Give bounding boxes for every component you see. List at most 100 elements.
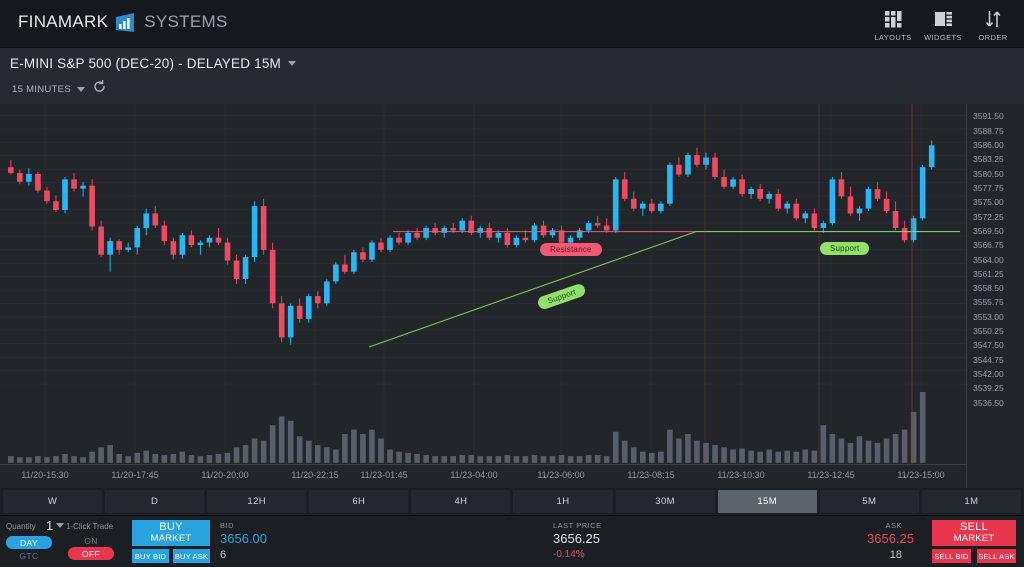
symbol-selector[interactable]: E-MINI S&P 500 (DEC-20) - DELAYED 15M <box>10 56 296 71</box>
bid-size: 6 <box>220 549 227 561</box>
timeframe-button-12h[interactable]: 12H <box>207 490 307 513</box>
y-axis-tick: 3572.25 <box>973 211 1004 222</box>
timeframe-button-1h[interactable]: 1H <box>513 490 613 513</box>
chart-header: E-MINI S&P 500 (DEC-20) - DELAYED 15M 15… <box>0 48 1024 124</box>
trading-app: FINAMARK SYSTEMS LAYOUTS WIDGETS ORDER E… <box>0 0 1024 567</box>
symbol-label: E-MINI S&P 500 (DEC-20) - DELAYED 15M <box>10 56 281 71</box>
x-axis-tick: 11/20-20:00 <box>201 470 249 480</box>
x-axis-tick: 11/23-04:00 <box>450 470 498 480</box>
y-axis-tick: 3569.50 <box>973 225 1004 236</box>
chevron-down-icon <box>287 61 296 66</box>
duration-toggle[interactable]: DAY GTC <box>6 536 52 562</box>
order-label: ORDER <box>978 33 1008 42</box>
candlestick-chart <box>0 104 966 464</box>
x-axis-tick: 11/23-10:30 <box>717 470 765 480</box>
y-axis-tick: 3542.00 <box>973 369 1004 380</box>
interval-selector[interactable]: 15 MINUTES <box>12 84 85 95</box>
y-axis-tick: 3550.25 <box>973 326 1004 337</box>
chart-x-axis: 11/20-15:30 11/20-17:45 11/20-20:00 11/20-2… <box>0 464 966 488</box>
last-price-label: LAST PRICE <box>553 521 602 530</box>
chevron-down-icon <box>56 523 65 528</box>
y-axis-tick: 3561.25 <box>973 268 1004 279</box>
support-line-annotation[interactable]: Support <box>820 242 870 255</box>
layouts-button[interactable]: LAYOUTS <box>870 4 916 42</box>
buy-ask-button[interactable]: BUY ASK <box>173 549 210 563</box>
last-price-change: -0.14% <box>553 549 585 560</box>
sell-market-button[interactable]: SELL MARKET <box>932 520 1016 546</box>
timeframe-button-5m[interactable]: 5M <box>819 490 919 513</box>
widgets-button[interactable]: WIDGETS <box>920 4 966 42</box>
y-axis-tick: 3588.75 <box>973 125 1004 136</box>
y-axis-tick: 3575.00 <box>973 197 1004 208</box>
refresh-icon[interactable] <box>93 79 106 98</box>
trade-panel: Quantity 1 DAY GTC 1-Click Trade ON OFF … <box>0 515 1024 567</box>
buy-bid-button[interactable]: BUY BID <box>132 549 169 563</box>
quantity-value: 1 <box>46 518 54 533</box>
chart-area[interactable]: Resistance Support Support 11/20-15:30 11/2… <box>0 104 1024 488</box>
one-click-on-option[interactable]: ON <box>68 534 114 547</box>
bid-value: 3656.00 <box>220 531 267 546</box>
bar-chart-logo-icon <box>114 12 138 32</box>
brand-name-first: FINAMARK <box>18 12 109 31</box>
y-axis-tick: 3555.75 <box>973 297 1004 308</box>
duration-day-option[interactable]: DAY <box>6 536 52 549</box>
order-arrows-icon <box>985 9 1002 29</box>
y-axis-tick: 3547.50 <box>973 340 1004 351</box>
duration-gtc-option[interactable]: GTC <box>6 549 52 562</box>
timeframe-button-d[interactable]: D <box>105 490 205 513</box>
x-axis-tick: 11/20-17:45 <box>111 470 159 480</box>
x-axis-tick: 11/23-08:15 <box>627 470 675 480</box>
ask-value: 3656.25 <box>867 531 914 546</box>
sell-ask-button[interactable]: SELL ASK <box>977 549 1016 563</box>
timeframe-button-w[interactable]: W <box>3 490 103 513</box>
ask-size: 18 <box>889 549 902 561</box>
one-click-trade-toggle[interactable]: ON OFF <box>68 534 116 560</box>
bid-label: BID <box>220 521 235 530</box>
grid-layout-icon <box>884 9 902 29</box>
y-axis-tick: 3577.75 <box>973 182 1004 193</box>
timeframe-row: 15 MINUTES <box>12 79 106 98</box>
timeframe-bar: W D 12H 6H 4H 1H 30M 15M 5M 1M <box>0 488 1024 515</box>
layouts-label: LAYOUTS <box>874 33 912 42</box>
brand-name-second: SYSTEMS <box>144 12 228 31</box>
timeframe-button-30m[interactable]: 30M <box>615 490 715 513</box>
y-axis-tick: 3544.75 <box>973 354 1004 365</box>
chart-plot[interactable]: Resistance Support Support <box>0 104 966 464</box>
one-click-off-option[interactable]: OFF <box>68 547 114 560</box>
sell-bid-button[interactable]: SELL BID <box>932 549 971 563</box>
top-bar: FINAMARK SYSTEMS LAYOUTS WIDGETS ORDER <box>0 0 1024 48</box>
y-axis-tick: 3553.00 <box>973 311 1004 322</box>
timeframe-button-6h[interactable]: 6H <box>309 490 409 513</box>
y-axis-tick: 3536.50 <box>973 397 1004 408</box>
y-axis-tick: 3558.50 <box>973 283 1004 294</box>
brand-logo: FINAMARK SYSTEMS <box>18 12 228 32</box>
last-price-value: 3656.25 <box>553 531 600 546</box>
timeframe-button-4h[interactable]: 4H <box>411 490 511 513</box>
chart-y-axis[interactable]: 3591.50 3588.75 3586.00 3583.25 3580.50 3577.… <box>966 104 1024 488</box>
top-bar-actions: LAYOUTS WIDGETS ORDER <box>870 4 1016 42</box>
interval-label: 15 MINUTES <box>12 83 71 95</box>
timeframe-button-1m[interactable]: 1M <box>921 490 1021 513</box>
x-axis-tick: 11/20-15:30 <box>21 470 69 480</box>
resistance-annotation[interactable]: Resistance <box>540 243 602 256</box>
order-button[interactable]: ORDER <box>970 4 1016 42</box>
widgets-label: WIDGETS <box>924 33 962 42</box>
x-axis-tick: 11/20-22:15 <box>291 470 339 480</box>
buy-market-button[interactable]: BUY MARKET <box>132 520 210 546</box>
quantity-stepper[interactable]: 1 <box>46 518 65 533</box>
one-click-trade-label: 1-Click Trade <box>66 522 114 531</box>
y-axis-tick: 3539.25 <box>973 383 1004 394</box>
y-axis-tick: 3591.50 <box>973 111 1004 122</box>
x-axis-tick: 11/23-12:45 <box>807 470 855 480</box>
widgets-icon <box>934 9 952 29</box>
x-axis-tick: 11/23-15:00 <box>897 470 945 480</box>
y-axis-tick: 3586.00 <box>973 139 1004 150</box>
sell-market-line2: MARKET <box>953 532 995 544</box>
x-axis-tick: 11/23-01:45 <box>360 470 408 480</box>
y-axis-tick: 3564.00 <box>973 254 1004 265</box>
quantity-label: Quantity <box>6 522 36 531</box>
timeframe-button-15m[interactable]: 15M <box>717 490 817 513</box>
y-axis-tick: 3580.50 <box>973 168 1004 179</box>
x-axis-tick: 11/23-06:00 <box>537 470 585 480</box>
buy-market-line2: MARKET <box>150 532 192 544</box>
